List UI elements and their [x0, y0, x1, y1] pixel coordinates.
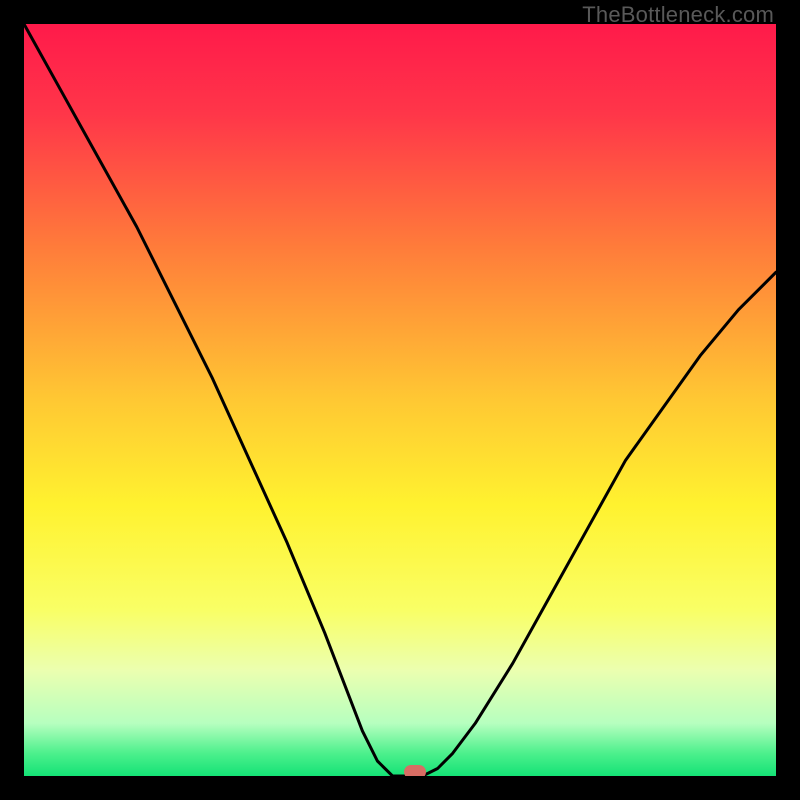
- minimum-marker: [404, 765, 426, 776]
- watermark-text: TheBottleneck.com: [582, 2, 774, 28]
- chart-frame: TheBottleneck.com: [0, 0, 800, 800]
- plot-area: [24, 24, 776, 776]
- gradient-background: [24, 24, 776, 776]
